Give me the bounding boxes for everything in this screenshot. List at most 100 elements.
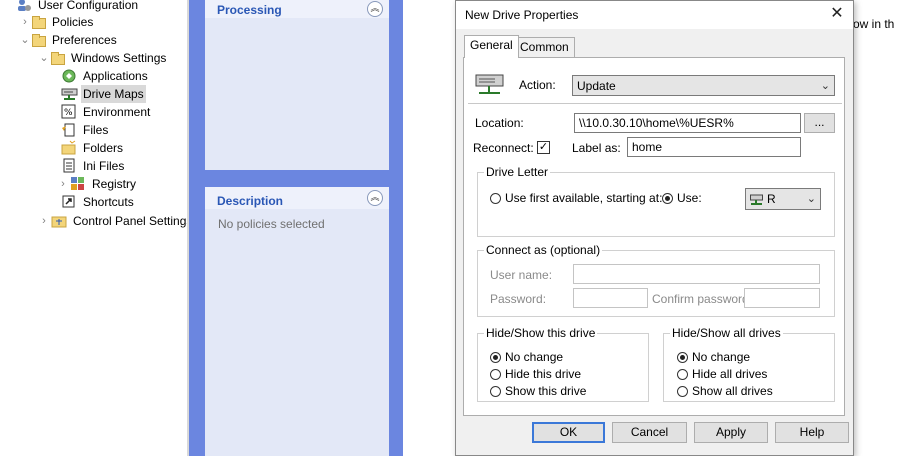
chevron-right-icon[interactable]: › (18, 13, 32, 31)
radio-first-available[interactable]: Use first available, starting at: (490, 191, 662, 205)
radio-all-no-change[interactable]: No change (677, 350, 750, 364)
tab-general[interactable]: General (464, 35, 519, 58)
tree-item-preferences[interactable]: ⌄ Preferences (18, 31, 119, 49)
radio-dot (677, 351, 688, 363)
drive-letter-dropdown[interactable]: R ⌄ (745, 188, 821, 210)
chevron-down-icon[interactable]: ⌄ (18, 31, 32, 49)
chevron-right-icon[interactable]: › (37, 212, 51, 230)
confirm-password-input[interactable] (744, 288, 820, 308)
tree-item-label: Drive Maps (81, 85, 146, 103)
tree-item-label: Applications (83, 69, 148, 83)
browse-button[interactable]: ... (804, 113, 835, 133)
tree-item-control-panel-settings[interactable]: › Control Panel Settings (37, 212, 187, 230)
location-input[interactable]: \\10.0.30.10\home\%UESR% (574, 113, 801, 133)
label-as-label: Label as: (572, 141, 621, 155)
tree-item-applications[interactable]: Applications (61, 67, 150, 85)
radio-label: Show this drive (505, 384, 587, 398)
collapse-up-icon[interactable]: ︽ (367, 1, 383, 17)
hide-show-all-title: Hide/Show all drives (670, 326, 783, 340)
radio-no-change[interactable]: No change (490, 350, 563, 364)
hide-show-drive-group: Hide/Show this drive No change Hide this… (477, 326, 649, 402)
radio-hide-this-drive[interactable]: Hide this drive (490, 367, 581, 381)
radio-dot (490, 368, 501, 380)
tree-item-label: Registry (92, 177, 137, 191)
radio-label: Use first available, starting at: (505, 191, 663, 205)
radio-label: No change (505, 350, 564, 364)
action-dropdown[interactable]: Update ⌄ (572, 75, 835, 96)
tree-item-label: Shortcuts (83, 195, 134, 209)
radio-show-all-drives[interactable]: Show all drives (677, 384, 773, 398)
ini-files-icon (61, 158, 77, 174)
radio-label: Show all drives (692, 384, 773, 398)
description-text: No policies selected (218, 217, 325, 231)
cancel-button[interactable]: Cancel (612, 422, 687, 443)
action-value: Update (577, 79, 616, 93)
radio-use[interactable]: Use: (662, 191, 702, 205)
processing-header[interactable]: Processing ︽ (205, 0, 389, 18)
password-input[interactable] (573, 288, 648, 308)
apply-button[interactable]: Apply (694, 422, 768, 443)
label-as-value: home (632, 140, 663, 154)
chevron-down-icon: ⌄ (806, 193, 816, 205)
tree-item-windows-settings[interactable]: ⌄ Windows Settings (37, 49, 168, 67)
tree-item-ini-files[interactable]: Ini Files (61, 157, 126, 175)
background-window-text: ow in th (853, 17, 895, 31)
label-as-input[interactable]: home (627, 137, 801, 157)
tree-item-environment[interactable]: % Environment (61, 103, 152, 121)
folder-icon (32, 34, 46, 47)
tree-item-label: Windows Settings (71, 51, 167, 65)
new-drive-properties-dialog: New Drive Properties ✕ General Common Ac… (455, 0, 854, 456)
hide-show-all-group: Hide/Show all drives No change Hide all … (663, 326, 835, 402)
tree-item-label: Environment (83, 105, 151, 119)
drive-small-icon (750, 194, 764, 209)
radio-dot (677, 368, 688, 380)
reconnect-checkbox[interactable]: ✓ (537, 141, 550, 154)
connect-as-title: Connect as (optional) (484, 243, 603, 257)
location-value: \\10.0.30.10\home\%UESR% (579, 116, 734, 130)
dialog-title: New Drive Properties (465, 8, 579, 22)
drive-letter-value: R (767, 192, 776, 206)
processing-panel: Processing ︽ (205, 0, 389, 170)
processing-title: Processing (217, 3, 282, 17)
drive-letter-title: Drive Letter (484, 165, 551, 179)
radio-hide-all-drives[interactable]: Hide all drives (677, 367, 767, 381)
tree-item-label: Preferences (52, 33, 117, 47)
navigation-tree: User Configuration › Policies ⌄ Preferen… (0, 0, 187, 456)
help-button[interactable]: Help (775, 422, 849, 443)
folder-icon (32, 16, 46, 29)
username-input[interactable] (573, 264, 820, 284)
ok-button[interactable]: OK (532, 422, 605, 443)
tree-item-label: Files (83, 123, 109, 137)
username-label: User name: (490, 268, 553, 282)
tab-common[interactable]: Common (514, 37, 575, 57)
svg-text:%: % (64, 108, 73, 118)
close-icon[interactable]: ✕ (827, 4, 847, 24)
description-title: Description (217, 194, 284, 208)
chevron-down-icon[interactable]: ⌄ (37, 49, 51, 67)
chevron-right-icon[interactable]: › (56, 175, 70, 193)
radio-show-this-drive[interactable]: Show this drive (490, 384, 586, 398)
reconnect-label: Reconnect: (473, 141, 534, 155)
tree-item-folders[interactable]: Folders (61, 139, 125, 157)
tree-item-policies[interactable]: › Policies (18, 13, 95, 31)
tree-item-drive-maps[interactable]: Drive Maps (61, 85, 146, 103)
tree-item-label: Folders (83, 141, 124, 155)
confirm-password-label: Confirm password: (652, 292, 753, 306)
tree-item-files[interactable]: Files (61, 121, 110, 139)
tree-item-shortcuts[interactable]: Shortcuts (61, 193, 136, 211)
tree-item-registry[interactable]: › Registry (56, 175, 138, 193)
tree-item-label: User Configuration (38, 0, 139, 12)
tree-item-label: Control Panel Settings (73, 214, 187, 228)
radio-label: Use: (677, 191, 702, 205)
folders-icon (61, 140, 77, 156)
user-config-icon (16, 0, 32, 13)
tree-item-user-configuration[interactable]: User Configuration (2, 0, 140, 14)
action-label: Action: (519, 78, 556, 92)
description-header[interactable]: Description ︽ (205, 187, 389, 209)
collapse-up-icon[interactable]: ︽ (367, 190, 383, 206)
description-body: No policies selected (205, 209, 389, 456)
registry-icon (70, 176, 86, 192)
control-panel-icon (51, 213, 67, 229)
radio-dot (490, 351, 501, 363)
dialog-titlebar[interactable]: New Drive Properties ✕ (456, 1, 853, 29)
